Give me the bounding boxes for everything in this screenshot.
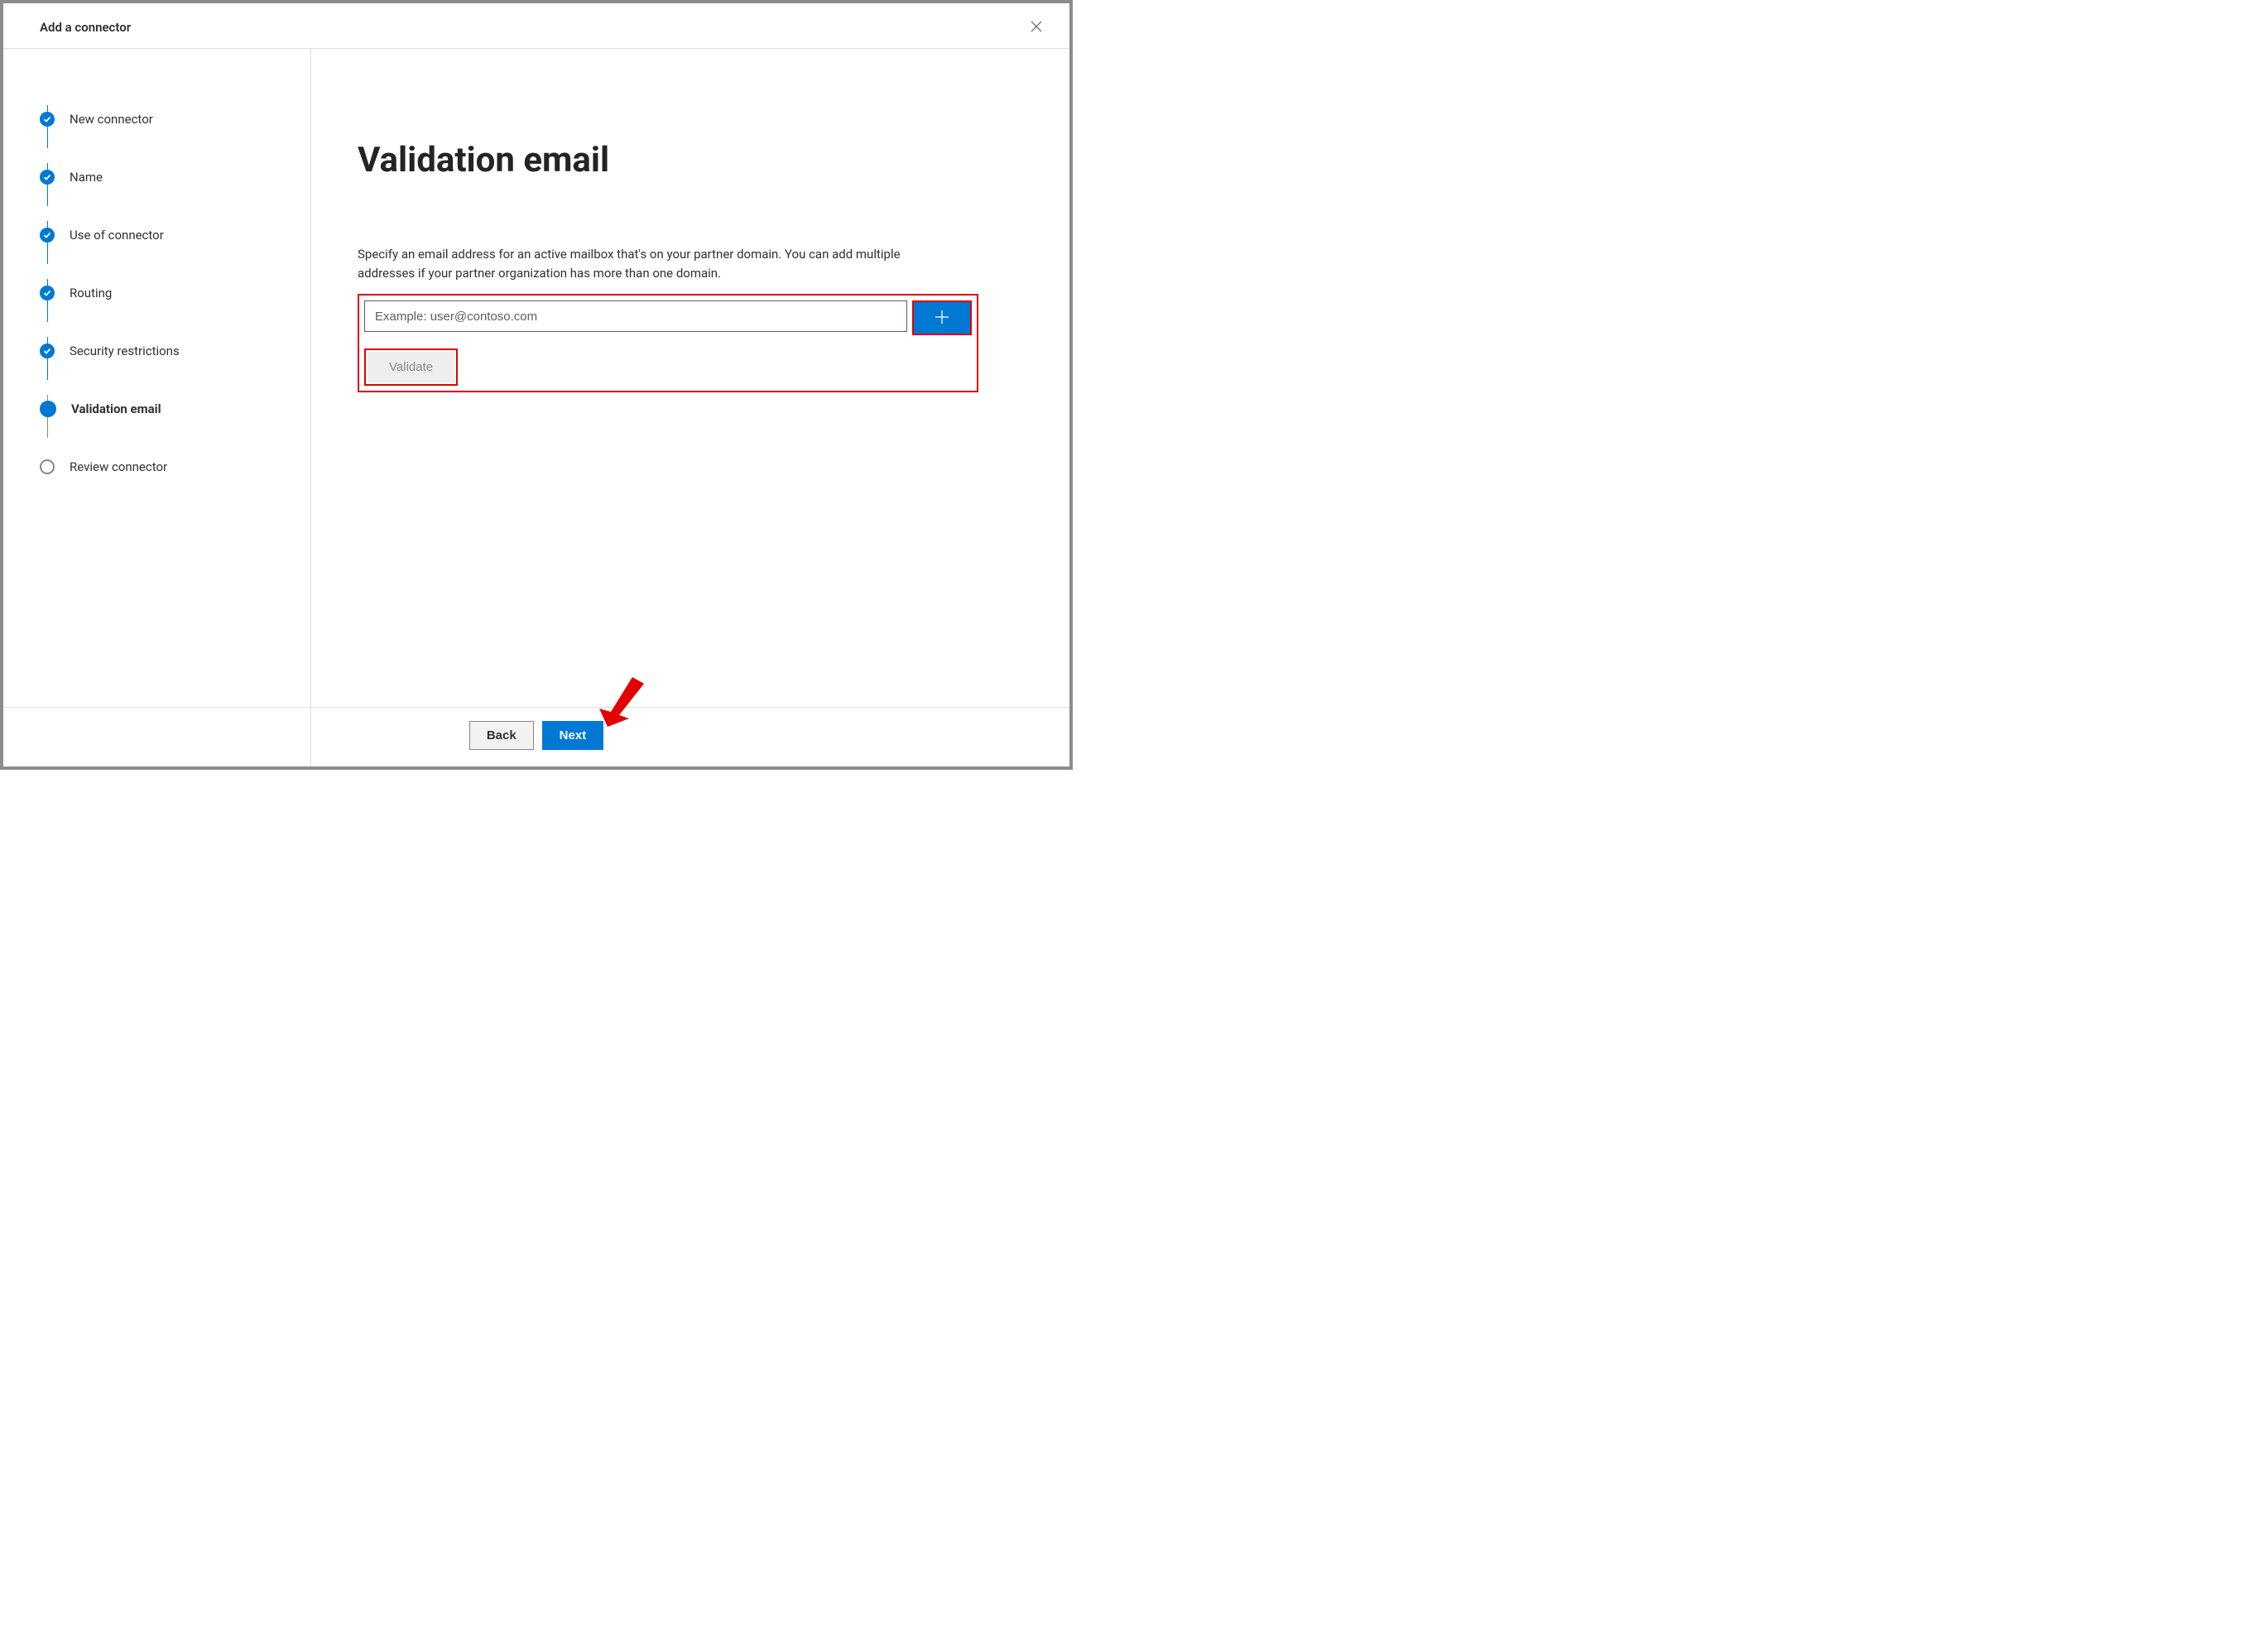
validate-button-highlight: Validate	[364, 348, 458, 386]
wizard-step[interactable]: Validation email	[40, 380, 294, 438]
add-email-button[interactable]	[914, 302, 970, 334]
step-upcoming-icon	[40, 459, 55, 474]
email-input-row	[364, 300, 972, 335]
step-label: New connector	[70, 112, 153, 127]
next-button-arrow-annotation	[599, 677, 644, 727]
step-current-icon	[40, 401, 56, 417]
email-entry-highlight: Validate	[358, 294, 978, 392]
step-label: Use of connector	[70, 228, 164, 243]
step-complete-icon	[40, 112, 55, 127]
wizard-step[interactable]: Routing	[40, 264, 294, 322]
next-button[interactable]: Next	[542, 721, 604, 750]
body: New connector Name Use of connector Routing…	[3, 49, 1069, 766]
add-button-highlight	[912, 300, 972, 335]
step-label: Validation email	[71, 401, 161, 416]
step-label: Name	[70, 170, 103, 185]
wizard-window: Add a connector New connector Name Use of …	[0, 0, 1073, 770]
wizard-step[interactable]: Security restrictions	[40, 322, 294, 380]
wizard-step[interactable]: Review connector	[40, 438, 294, 496]
step-label: Routing	[70, 286, 112, 300]
wizard-step[interactable]: New connector	[40, 90, 294, 148]
validate-button[interactable]: Validate	[368, 352, 454, 382]
wizard-step[interactable]: Name	[40, 148, 294, 206]
header: Add a connector	[3, 3, 1069, 49]
main-content: Validation email Specify an email addres…	[311, 49, 1069, 766]
step-complete-icon	[40, 228, 55, 243]
description-text: Specify an email address for an active m…	[358, 245, 954, 282]
wizard-step[interactable]: Use of connector	[40, 206, 294, 264]
step-complete-icon	[40, 344, 55, 358]
step-complete-icon	[40, 170, 55, 185]
plus-icon	[935, 310, 949, 327]
wizard-footer: Back Next	[3, 707, 1069, 766]
email-input[interactable]	[364, 300, 907, 332]
close-icon	[1030, 17, 1043, 37]
step-label: Security restrictions	[70, 344, 180, 358]
back-button[interactable]: Back	[469, 721, 534, 750]
step-complete-icon	[40, 286, 55, 300]
window-title: Add a connector	[40, 20, 131, 35]
page-title: Validation email	[358, 140, 978, 180]
step-label: Review connector	[70, 459, 167, 474]
close-button[interactable]	[1023, 15, 1050, 40]
wizard-steps-sidebar: New connector Name Use of connector Routing…	[3, 49, 311, 766]
